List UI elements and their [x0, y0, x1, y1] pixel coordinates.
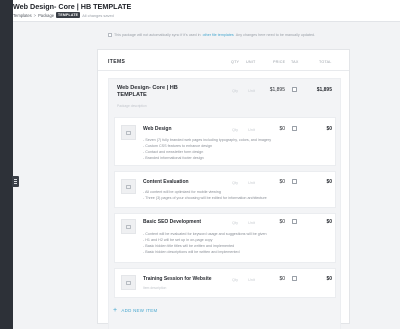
notice-suffix: Any changes here need to be manually upd…	[235, 33, 316, 37]
item-description[interactable]: Item description	[143, 286, 166, 290]
package-name-line1: Web Design- Core | HB	[117, 85, 178, 91]
item-price[interactable]: $0	[265, 276, 285, 282]
package-group: Web Design- Core | HB TEMPLATE Package d…	[108, 78, 341, 329]
item-unit-input[interactable]: Unit	[248, 277, 255, 282]
package-total: $1,895	[316, 87, 332, 93]
item-name[interactable]: Training Session for Website	[143, 276, 212, 282]
image-placeholder-icon[interactable]	[121, 125, 136, 140]
plus-icon: +	[113, 307, 118, 314]
add-new-item-button[interactable]: + ADD NEW ITEM	[113, 307, 157, 314]
item-name[interactable]: Basic SEO Development	[143, 219, 201, 225]
item-bullet: - Branded informational footer design	[143, 155, 204, 160]
item-total: $0	[326, 276, 332, 282]
item-total: $0	[326, 219, 332, 225]
item-tax-checkbox[interactable]	[292, 179, 297, 184]
list-item[interactable]: Training Session for Website Item descri…	[114, 268, 336, 298]
item-description[interactable]: - All content will be optimized for mobi…	[143, 190, 267, 202]
item-tax-checkbox[interactable]	[292, 219, 297, 224]
items-panel: ITEMS QTY UNIT PRICE TAX TOTAL Web Desig…	[97, 49, 350, 329]
item-bullet: - Three (3) pages of your choosing will …	[143, 195, 267, 200]
package-unit-input[interactable]: Unit	[248, 88, 255, 93]
items-header: ITEMS	[108, 59, 126, 65]
sync-notice: This package will not automatically sync…	[108, 33, 315, 37]
breadcrumb-package: Package	[38, 12, 55, 18]
notice-prefix: This package will not automatically sync…	[114, 33, 201, 37]
item-tax-checkbox[interactable]	[292, 126, 297, 131]
item-unit-input[interactable]: Unit	[248, 180, 255, 185]
package-name[interactable]: Web Design- Core | HB TEMPLATE	[117, 85, 178, 99]
col-qty: QTY	[231, 60, 240, 64]
breadcrumb-separator: >	[33, 12, 37, 18]
add-new-item-label: ADD NEW ITEM	[121, 308, 158, 313]
image-placeholder-icon[interactable]	[121, 179, 136, 194]
col-total: TOTAL	[319, 60, 332, 64]
info-checkbox-icon	[108, 33, 112, 37]
item-unit-input[interactable]: Unit	[248, 220, 255, 225]
item-bullet: - Basic hidden descriptions will be writ…	[143, 249, 240, 254]
item-qty-input[interactable]: Qty	[232, 220, 238, 225]
package-tax-checkbox[interactable]	[292, 87, 297, 92]
breadcrumb: Templates > Package TEMPLATE All changes…	[13, 12, 114, 18]
item-name[interactable]: Content Evaluation	[143, 179, 189, 185]
col-unit: UNIT	[246, 60, 256, 64]
package-qty-input[interactable]: Qty	[232, 88, 238, 93]
item-price[interactable]: $0	[265, 126, 285, 132]
item-description[interactable]: - Seven (7) fully branded web pages incl…	[143, 138, 271, 162]
item-price[interactable]: $0	[265, 219, 285, 225]
item-name[interactable]: Web Design	[143, 126, 172, 132]
col-price: PRICE	[273, 60, 286, 64]
item-tax-checkbox[interactable]	[292, 276, 297, 281]
item-price[interactable]: $0	[265, 179, 285, 185]
template-badge: TEMPLATE	[56, 12, 81, 18]
header-divider	[98, 70, 349, 71]
breadcrumb-templates[interactable]: Templates	[13, 13, 32, 18]
list-item[interactable]: Content Evaluation - All content will be…	[114, 171, 336, 208]
item-qty-input[interactable]: Qty	[232, 180, 238, 185]
other-templates-link[interactable]: other file templates	[203, 33, 234, 37]
item-total: $0	[326, 179, 332, 185]
menu-toggle-icon[interactable]	[12, 176, 19, 187]
app-sidebar	[0, 0, 13, 329]
item-description[interactable]: - Content will be evaluated for keyword …	[143, 232, 267, 256]
item-total: $0	[326, 126, 332, 132]
image-placeholder-icon[interactable]	[121, 219, 136, 234]
item-qty-input[interactable]: Qty	[232, 277, 238, 282]
item-qty-input[interactable]: Qty	[232, 127, 238, 132]
col-tax: TAX	[291, 60, 299, 64]
package-price[interactable]: $1,895	[257, 87, 285, 93]
list-item[interactable]: Basic SEO Development - Content will be …	[114, 213, 336, 263]
package-description[interactable]: Package description	[117, 104, 147, 108]
save-status: All changes saved	[82, 12, 114, 18]
page-title[interactable]: Web Design- Core | HB TEMPLATE	[13, 2, 131, 11]
image-placeholder-icon[interactable]	[121, 275, 136, 290]
package-name-line2: TEMPLATE	[117, 92, 147, 99]
page-header: Web Design- Core | HB TEMPLATE Templates…	[13, 0, 400, 22]
list-item[interactable]: Web Design - Seven (7) fully branded web…	[114, 117, 336, 166]
item-unit-input[interactable]: Unit	[248, 127, 255, 132]
